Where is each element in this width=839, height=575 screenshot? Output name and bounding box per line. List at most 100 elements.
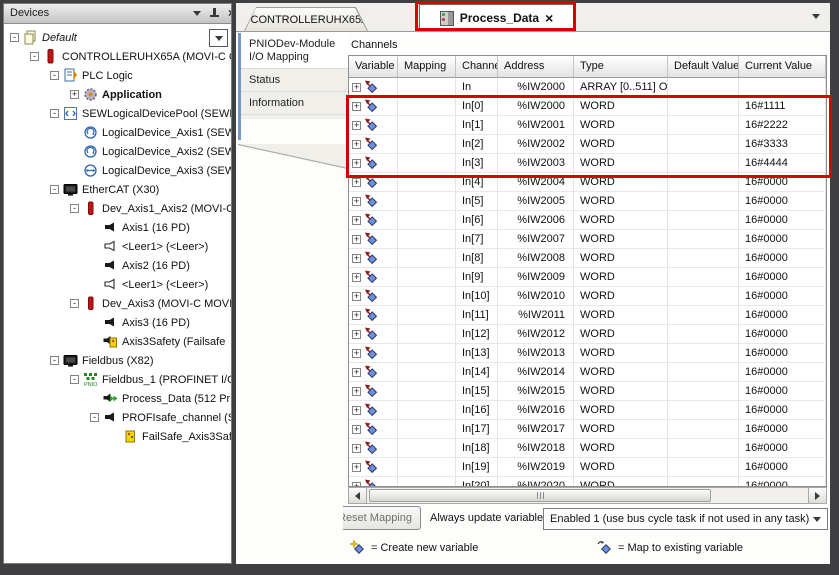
collapse-icon[interactable]: - (50, 356, 59, 365)
expand-icon[interactable]: + (352, 178, 361, 187)
column-header-type[interactable]: Type (574, 56, 668, 78)
tree-item-axis2-16-pd[interactable]: Axis2 (16 PD) (4, 256, 231, 275)
expand-icon[interactable]: + (352, 463, 361, 472)
close-icon[interactable]: × (228, 4, 231, 23)
expand-icon[interactable]: + (352, 102, 361, 111)
tab-controlleruhx65a[interactable]: CONTROLLERUHX65A (244, 7, 368, 31)
expand-icon[interactable]: + (352, 292, 361, 301)
scroll-left-button[interactable] (349, 488, 367, 503)
expand-icon[interactable]: + (352, 444, 361, 453)
tree-item-sewlogicaldevicepool-sewlog[interactable]: -SEWLogicalDevicePool (SEWLog (4, 104, 231, 123)
tab-list-dropdown-icon[interactable] (812, 14, 820, 19)
tab-close-icon[interactable]: × (545, 12, 553, 24)
column-header-variable[interactable]: Variable (349, 56, 398, 78)
table-row[interactable]: +In[6]%IW2006WORD16#0000 (349, 211, 826, 230)
tree-item-leer1-leer[interactable]: <Leer1> (<Leer>) (4, 237, 231, 256)
expand-icon[interactable]: + (352, 273, 361, 282)
table-row[interactable]: +In[0]%IW2000WORD16#1111 (349, 97, 826, 116)
expand-icon[interactable]: + (352, 140, 361, 149)
tree-item-default[interactable]: -Default (4, 28, 231, 47)
tree-item-leer1-leer[interactable]: <Leer1> (<Leer>) (4, 275, 231, 294)
tree-item-controlleruhx65a-movi-c-con[interactable]: -CONTROLLERUHX65A (MOVI-C CON (4, 47, 231, 66)
expand-icon[interactable]: + (352, 425, 361, 434)
expand-icon[interactable]: + (352, 387, 361, 396)
reset-mapping-button[interactable]: Reset Mapping (343, 506, 421, 530)
table-row[interactable]: +In[18]%IW2018WORD16#0000 (349, 439, 826, 458)
expand-icon[interactable]: + (352, 235, 361, 244)
column-header-current-value[interactable]: Current Value (739, 56, 826, 78)
table-row[interactable]: +In[7]%IW2007WORD16#0000 (349, 230, 826, 249)
tree-item-axis1-16-pd[interactable]: Axis1 (16 PD) (4, 218, 231, 237)
table-row[interactable]: +In[11]%IW2011WORD16#0000 (349, 306, 826, 325)
tree-item-dev-axis3-movi-c-movid[interactable]: -Dev_Axis3 (MOVI-C MOVID (4, 294, 231, 313)
pin-icon[interactable] (210, 8, 219, 19)
expand-icon[interactable]: + (352, 311, 361, 320)
column-header-channel[interactable]: Channel (456, 56, 498, 78)
expand-icon[interactable]: + (70, 90, 79, 99)
expand-icon[interactable]: + (352, 406, 361, 415)
column-header-address[interactable]: Address (498, 56, 574, 78)
tab-process-data[interactable]: Process_Data × (419, 4, 574, 31)
table-row[interactable]: +In[9]%IW2009WORD16#0000 (349, 268, 826, 287)
tree-item-logicaldevice-axis1-sewl[interactable]: LogicalDevice_Axis1 (SEWL (4, 123, 231, 142)
table-row[interactable]: +In[2]%IW2002WORD16#3333 (349, 135, 826, 154)
expand-icon[interactable]: + (352, 368, 361, 377)
table-row[interactable]: +In[17]%IW2017WORD16#0000 (349, 420, 826, 439)
tab-information[interactable]: Information (241, 92, 348, 115)
tree-item-fieldbus-1-profinet-i-o[interactable]: -PNIOFieldbus_1 (PROFINET I/O- (4, 370, 231, 389)
table-row[interactable]: +In[14]%IW2014WORD16#0000 (349, 363, 826, 382)
table-row[interactable]: +In[19]%IW2019WORD16#0000 (349, 458, 826, 477)
table-row[interactable]: +In%IW2000ARRAY [0..511] O (349, 78, 826, 97)
tree-item-ethercat-x30[interactable]: -EtherCAT (X30) (4, 180, 231, 199)
tree-item-application[interactable]: +Application (4, 85, 231, 104)
collapse-icon[interactable]: - (50, 185, 59, 194)
expand-icon[interactable]: + (352, 349, 361, 358)
tree-item-profisafe-channel-se[interactable]: -PROFIsafe_channel (SE (4, 408, 231, 427)
expand-icon[interactable]: + (352, 216, 361, 225)
chevron-down-icon[interactable] (193, 11, 201, 16)
table-row[interactable]: +In[4]%IW2004WORD16#0000 (349, 173, 826, 192)
table-row[interactable]: +In[16]%IW2016WORD16#0000 (349, 401, 826, 420)
collapse-icon[interactable]: - (30, 52, 39, 61)
table-row[interactable]: +In[10]%IW2010WORD16#0000 (349, 287, 826, 306)
collapse-icon[interactable]: - (90, 413, 99, 422)
table-row[interactable]: +In[1]%IW2001WORD16#2222 (349, 116, 826, 135)
collapse-icon[interactable]: - (70, 204, 79, 213)
always-update-dropdown[interactable]: Enabled 1 (use bus cycle task if not use… (543, 508, 828, 530)
collapse-icon[interactable]: - (70, 375, 79, 384)
collapse-icon[interactable]: - (50, 109, 59, 118)
tree-item-failsafe-axis3safe[interactable]: FailSafe_Axis3Safe (4, 427, 231, 446)
tree-item-logicaldevice-axis2-sewl[interactable]: LogicalDevice_Axis2 (SEWL (4, 142, 231, 161)
table-row[interactable]: +In[12]%IW2012WORD16#0000 (349, 325, 826, 344)
table-row[interactable]: +In[15]%IW2015WORD16#0000 (349, 382, 826, 401)
table-row[interactable]: +In[8]%IW2008WORD16#0000 (349, 249, 826, 268)
scroll-right-button[interactable] (808, 488, 826, 503)
column-header-mapping[interactable]: Mapping (398, 56, 456, 78)
column-header-default-value[interactable]: Default Value (668, 56, 739, 78)
expand-icon[interactable]: + (352, 330, 361, 339)
expand-icon[interactable]: + (352, 83, 361, 92)
tree-item-axis3safety-failsafe[interactable]: Axis3Safety (Failsafe (4, 332, 231, 351)
tree-item-fieldbus-x82[interactable]: -Fieldbus (X82) (4, 351, 231, 370)
tree-item-axis3-16-pd[interactable]: Axis3 (16 PD) (4, 313, 231, 332)
collapse-icon[interactable]: - (10, 33, 19, 42)
expand-icon[interactable]: + (352, 159, 361, 168)
collapse-icon[interactable]: - (70, 299, 79, 308)
expand-icon[interactable]: + (352, 121, 361, 130)
table-row[interactable]: +In[13]%IW2013WORD16#0000 (349, 344, 826, 363)
table-row[interactable]: +In[3]%IW2003WORD16#4444 (349, 154, 826, 173)
tree-item-dev-axis1-axis2-movi-c[interactable]: -Dev_Axis1_Axis2 (MOVI-C (4, 199, 231, 218)
horizontal-scrollbar[interactable] (348, 487, 827, 504)
expand-icon[interactable]: + (352, 197, 361, 206)
table-row[interactable]: +In[20]%IW2020WORD16#0000 (349, 477, 826, 487)
tree-item-process-data-512-pr[interactable]: Process_Data (512 Pr (4, 389, 231, 408)
table-row[interactable]: +In[5]%IW2005WORD16#0000 (349, 192, 826, 211)
active-application-dropdown[interactable] (209, 29, 228, 47)
tab-status[interactable]: Status (241, 69, 348, 92)
tree-item-plc-logic[interactable]: -PLC Logic (4, 66, 231, 85)
collapse-icon[interactable]: - (50, 71, 59, 80)
tab-pniodev-module-io-mapping[interactable]: PNIODev-Module I/O Mapping (241, 33, 348, 69)
expand-icon[interactable]: + (352, 254, 361, 263)
tree-item-logicaldevice-axis3-sewl[interactable]: LogicalDevice_Axis3 (SEWL (4, 161, 231, 180)
scrollbar-thumb[interactable] (369, 489, 711, 502)
